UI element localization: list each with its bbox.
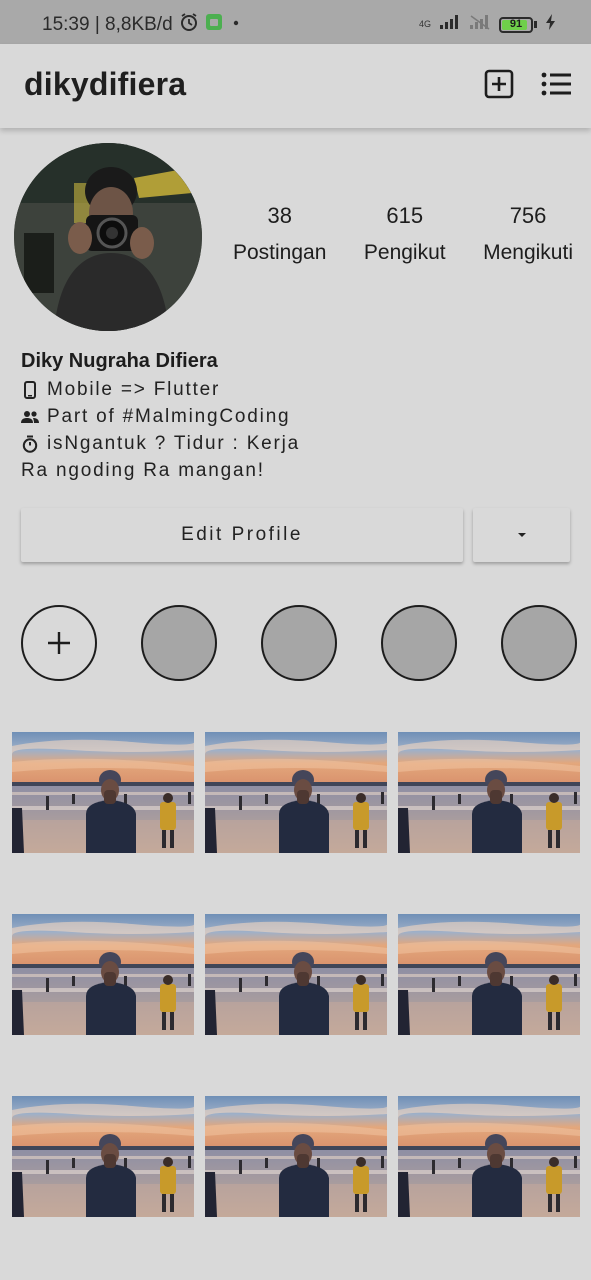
bio-text: Ra ngoding Ra mangan! (21, 459, 265, 481)
post-thumbnail[interactable] (12, 914, 194, 1035)
post-thumbnail[interactable] (12, 1096, 194, 1217)
post-thumbnail[interactable] (205, 732, 387, 853)
post-thumbnail[interactable] (398, 1096, 580, 1217)
add-post-button[interactable] (483, 68, 515, 100)
network-type: 4G (418, 19, 431, 29)
dot-icon (229, 14, 243, 36)
stat-followers-value: 615 (386, 203, 424, 228)
post-thumbnail[interactable] (205, 914, 387, 1035)
add-post-icon (484, 69, 514, 99)
plus-icon (48, 632, 70, 654)
bio-line: isNgantuk ? Tidur : Kerja (21, 433, 300, 454)
post-thumbnail[interactable] (205, 1096, 387, 1217)
stat-posts[interactable]: 38 Postingan (233, 203, 326, 265)
stat-posts-value: 38 (267, 203, 292, 228)
add-highlight-button[interactable] (21, 605, 97, 681)
people-icon (21, 410, 39, 424)
menu-button[interactable] (540, 68, 572, 100)
status-time: 15:39 | 8,8KB/d (42, 14, 173, 35)
post-thumbnail[interactable] (398, 732, 580, 853)
profile-name: Diky Nugraha Difiera (21, 350, 218, 372)
status-bar: 15:39 | 8,8KB/d 4G 91 (0, 0, 591, 44)
dropdown-button[interactable] (473, 508, 570, 562)
bio-line: Ra ngoding Ra mangan! (21, 460, 300, 481)
stat-followers[interactable]: 615 Pengikut (364, 203, 446, 265)
signal-secondary-icon (469, 14, 491, 35)
menu-icon (541, 72, 571, 96)
battery-icon: 91 (499, 16, 533, 33)
username-title: dikydifiera (24, 66, 187, 102)
dropdown-arrow-icon (517, 533, 526, 537)
timer-icon (21, 435, 39, 453)
stat-following-value: 756 (509, 203, 547, 228)
story-highlight[interactable] (261, 605, 337, 681)
bio-line: Part of #MalmingCoding (21, 406, 300, 427)
profile-stats: 38 Postingan 615 Pengikut 756 Mengikuti (233, 203, 573, 265)
battery-level: 91 (509, 17, 523, 30)
story-highlight[interactable] (501, 605, 577, 681)
alarm-icon (179, 12, 199, 38)
status-right: 4G 91 (419, 14, 557, 35)
edit-profile-button[interactable]: Edit Profile (21, 508, 463, 562)
stat-following-label: Mengikuti (483, 241, 573, 264)
charging-icon (545, 14, 557, 35)
story-highlight[interactable] (381, 605, 457, 681)
bio-text: Part of #MalmingCoding (47, 405, 291, 427)
battery-tip (534, 21, 537, 28)
stat-followers-label: Pengikut (363, 241, 446, 264)
story-highlight[interactable] (141, 605, 217, 681)
bio-line: Mobile => Flutter (21, 379, 300, 400)
bio: Diky Nugraha Difiera Mobile => Flutter P… (21, 350, 300, 481)
app-bar: dikydifiera (0, 44, 591, 128)
app-notification-icon (205, 13, 223, 37)
bio-text: Mobile => Flutter (47, 378, 221, 400)
avatar[interactable] (14, 143, 202, 331)
stat-following[interactable]: 756 Mengikuti (483, 203, 573, 265)
signal-icon (439, 14, 461, 35)
phone-icon (21, 380, 39, 399)
status-left: 15:39 | 8,8KB/d (42, 12, 243, 38)
post-thumbnail[interactable] (12, 732, 194, 853)
post-thumbnail[interactable] (398, 914, 580, 1035)
stat-posts-label: Postingan (233, 241, 327, 264)
bio-text: isNgantuk ? Tidur : Kerja (47, 432, 301, 454)
